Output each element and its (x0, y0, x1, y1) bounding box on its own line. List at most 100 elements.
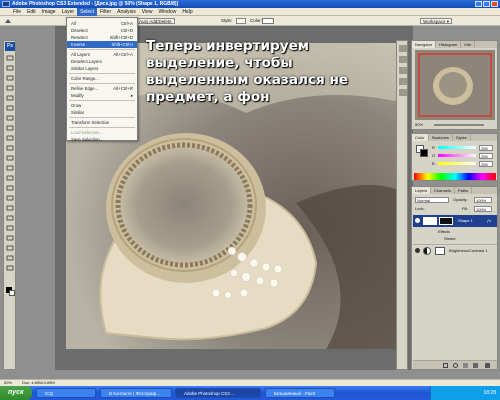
channel-label-g: G (432, 153, 436, 158)
select-menu-item-deselect-layers[interactable]: Deselect Layers (67, 58, 137, 65)
tab-swatches[interactable]: Swatches (429, 134, 453, 141)
notes-tool-icon[interactable] (6, 235, 14, 241)
taskbar-item-3[interactable]: Adobe Photoshop CS3 ... (175, 388, 261, 398)
tab-histogram[interactable]: Histogram (436, 41, 462, 48)
trash-icon[interactable] (485, 363, 490, 368)
select-menu-item-all-layers[interactable]: All Layers Alt+Ctrl+A (67, 51, 137, 58)
add-mask-icon[interactable] (463, 363, 468, 368)
tab-color[interactable]: Color (412, 134, 429, 141)
move-tool-icon[interactable] (6, 55, 14, 61)
add-style-icon[interactable] (453, 363, 458, 368)
select-menu-item-all[interactable]: All Ctrl+A (67, 20, 137, 27)
select-menu-item-inverse[interactable]: Inverse Shift+Ctrl+I (67, 41, 137, 48)
history-brush-tool-icon[interactable] (6, 145, 14, 151)
menu-filter[interactable]: Filter (97, 8, 114, 16)
channel-slider-g[interactable] (438, 154, 476, 157)
lasso-tool-icon[interactable] (6, 75, 14, 81)
close-button[interactable] (491, 1, 498, 7)
opacity-field[interactable]: 100% (474, 197, 492, 203)
minimize-button[interactable] (475, 1, 482, 7)
pen-tool-icon[interactable] (6, 195, 14, 201)
style-picker[interactable] (236, 18, 246, 24)
tool-presets-panel-icon[interactable] (399, 78, 407, 85)
gradient-tool-icon[interactable] (6, 165, 14, 171)
clone-source-panel-icon[interactable] (399, 89, 407, 96)
blur-tool-icon[interactable] (6, 175, 14, 181)
eye-icon[interactable] (415, 248, 420, 253)
auto-add-delete-checkbox[interactable]: Auto Add/Delete (136, 18, 175, 24)
background-color-swatch[interactable] (9, 290, 15, 296)
workspace-button[interactable]: Workspace ▾ (420, 18, 452, 24)
tab-info[interactable]: Info (461, 41, 476, 48)
navigator-zoom[interactable]: 50% (415, 122, 423, 127)
eyedropper-tool-icon[interactable] (6, 245, 14, 251)
taskbar-item-1[interactable]: ICQ (36, 388, 96, 398)
select-menu-item-save-selection[interactable]: Save Selection... (67, 136, 137, 143)
select-menu-item-transform-selection[interactable]: Transform Selection (67, 119, 137, 126)
tab-styles[interactable]: Styles (453, 134, 471, 141)
dodge-tool-icon[interactable] (6, 185, 14, 191)
menu-help[interactable]: Help (179, 8, 195, 16)
layer-row-brightness-contrast[interactable]: Brightness/Contrast 1 (413, 244, 497, 256)
menu-file[interactable]: File (10, 8, 24, 16)
channel-slider-b[interactable] (438, 162, 476, 165)
layer-row-shape-1[interactable]: Shape 1 ƒx (413, 215, 497, 227)
shape-tool-icon[interactable] (6, 225, 14, 231)
quick-select-tool-icon[interactable] (6, 85, 14, 91)
clock[interactable]: 18:28 (483, 390, 496, 396)
select-menu-item-deselect[interactable]: Deselect Ctrl+D (67, 27, 137, 34)
select-menu-item-similar[interactable]: Similar (67, 109, 137, 116)
select-menu-item-reselect[interactable]: Reselect Shift+Ctrl+D (67, 34, 137, 41)
hand-tool-icon[interactable] (6, 255, 14, 261)
type-tool-icon[interactable] (6, 205, 14, 211)
channel-value-g[interactable]: 255 (479, 153, 493, 159)
brush-tool-icon[interactable] (6, 125, 14, 131)
tool-preset-icon[interactable] (4, 18, 12, 24)
healing-tool-icon[interactable] (6, 115, 14, 121)
select-menu-item-similar-layers[interactable]: Similar Layers (67, 65, 137, 72)
new-layer-icon[interactable] (473, 363, 478, 368)
channel-value-r[interactable]: 255 (479, 145, 493, 151)
actions-panel-icon[interactable] (399, 56, 407, 63)
link-layers-icon[interactable] (443, 363, 448, 368)
menu-image[interactable]: Image (39, 8, 59, 16)
tab-paths[interactable]: Paths (455, 187, 473, 194)
history-panel-icon[interactable] (399, 45, 407, 52)
menu-window[interactable]: Window (156, 8, 180, 16)
tab-channels[interactable]: Channels (431, 187, 455, 194)
color-ramp[interactable] (414, 173, 496, 180)
menu-edit[interactable]: Edit (24, 8, 39, 16)
eraser-tool-icon[interactable] (6, 155, 14, 161)
slice-tool-icon[interactable] (6, 105, 14, 111)
select-menu-item-refine-edge[interactable]: Refine Edge... Alt+Ctrl+R (67, 85, 137, 92)
maximize-button[interactable] (483, 1, 490, 7)
select-menu-item-grow[interactable]: Grow (67, 102, 137, 109)
navigator-zoom-slider[interactable] (434, 124, 484, 126)
select-menu-item-color-range[interactable]: Color Range... (67, 75, 137, 82)
channel-slider-r[interactable] (438, 146, 476, 149)
eye-icon[interactable] (415, 218, 420, 223)
background-color-swatch[interactable] (420, 149, 428, 157)
select-menu-item-modify[interactable]: Modify ▸ (67, 92, 137, 99)
taskbar-item-4[interactable]: Безымянный - Paint (265, 388, 335, 398)
menu-view[interactable]: View (139, 8, 156, 16)
fill-field[interactable]: 100% (474, 206, 492, 212)
menu-analysis[interactable]: Analysis (114, 8, 139, 16)
marquee-tool-icon[interactable] (6, 65, 14, 71)
color-swatch[interactable] (262, 18, 274, 24)
path-select-tool-icon[interactable] (6, 215, 14, 221)
taskbar-item-2[interactable]: В Контакте | Фотограф... (100, 388, 172, 398)
brushes-panel-icon[interactable] (399, 67, 407, 74)
fx-icon[interactable]: ƒx (487, 218, 491, 223)
clone-stamp-tool-icon[interactable] (6, 135, 14, 141)
crop-tool-icon[interactable] (6, 95, 14, 101)
tab-layers[interactable]: Layers (412, 187, 432, 194)
menu-layer[interactable]: Layer (59, 8, 78, 16)
channel-value-b[interactable]: 255 (479, 161, 493, 167)
blend-mode-select[interactable]: Normal (415, 197, 449, 203)
start-button[interactable]: пуск (0, 386, 32, 400)
tab-navigator[interactable]: Navigator (412, 41, 437, 48)
navigator-thumbnail[interactable] (415, 50, 495, 120)
menu-select[interactable]: Select (77, 7, 98, 16)
zoom-tool-icon[interactable] (6, 265, 14, 271)
